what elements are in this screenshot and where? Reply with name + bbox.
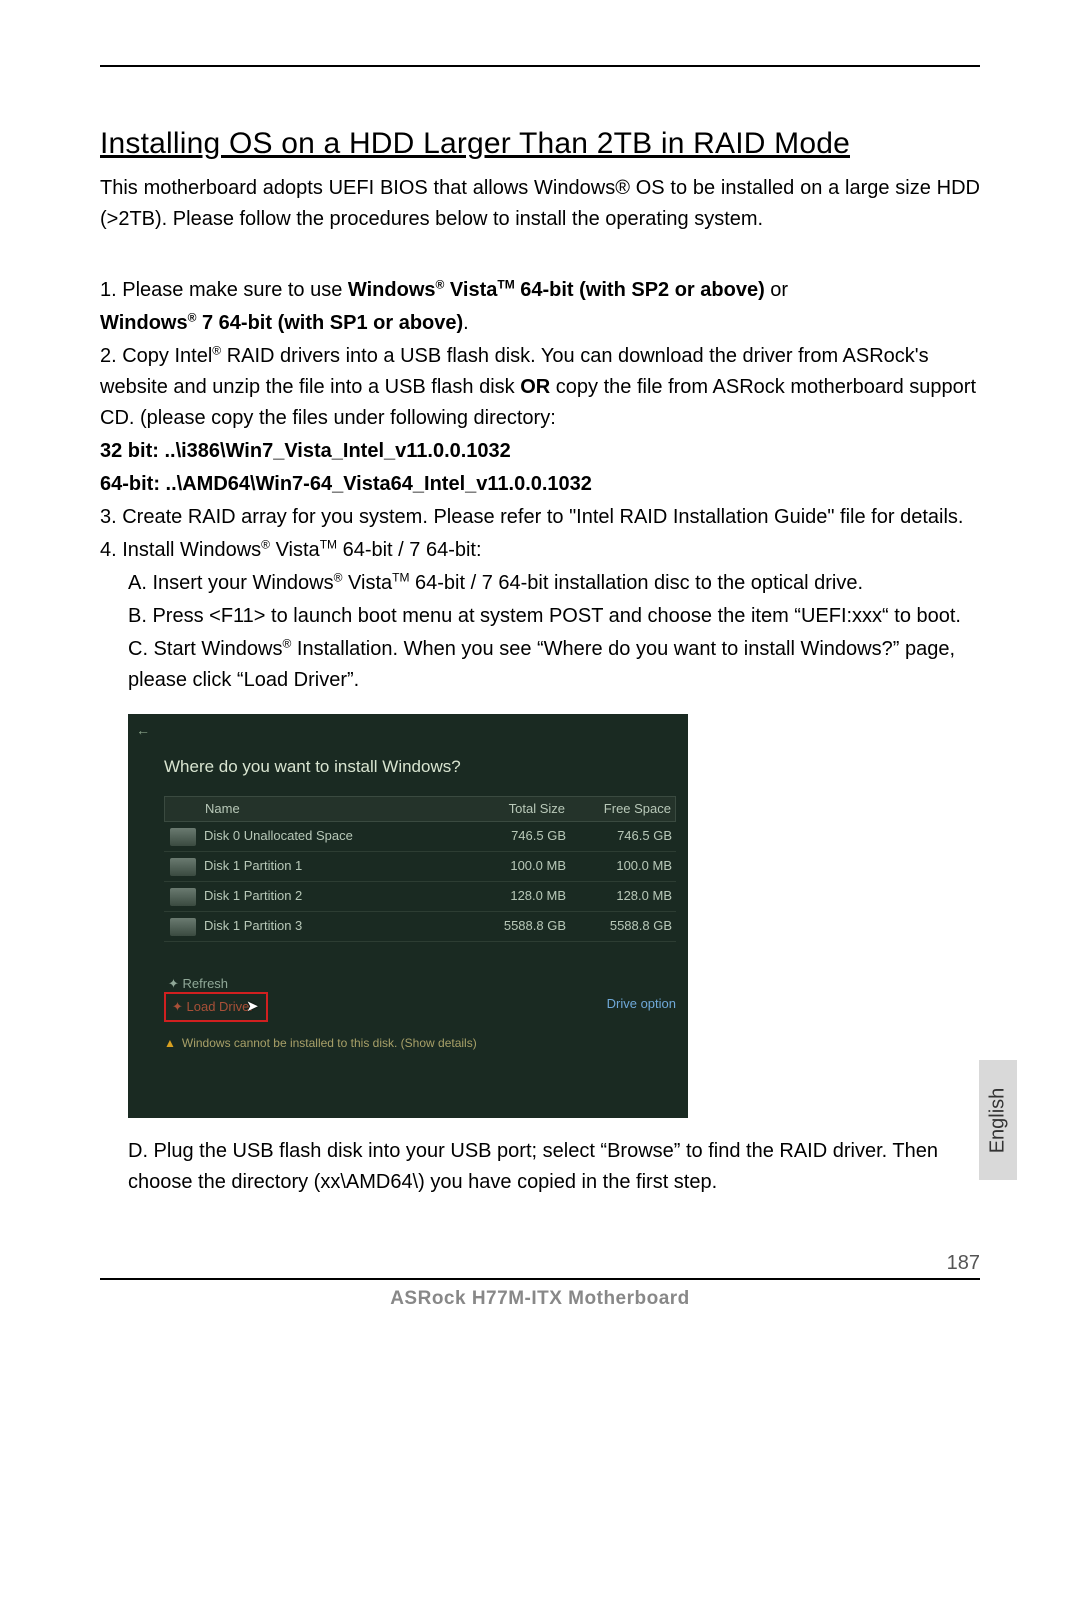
page-title: Installing OS on a HDD Larger Than 2TB i… xyxy=(100,127,980,161)
page-number: 187 xyxy=(947,1252,980,1275)
step-4c: C. Start Windows® Installation. When you… xyxy=(100,634,980,696)
step-1-cont: Windows® 7 64-bit (with SP1 or above). xyxy=(100,308,980,339)
intro-paragraph: This motherboard adopts UEFI BIOS that a… xyxy=(100,173,980,235)
table-row: Disk 1 Partition 2 128.0 MB 128.0 MB xyxy=(164,882,676,912)
disk-icon xyxy=(170,918,196,936)
text: 4. Install Windows® VistaTM 64-bit / 7 6… xyxy=(100,539,482,561)
text: C. Start Windows® Installation. When you… xyxy=(128,638,955,691)
text: or xyxy=(765,279,788,301)
col-name: Name xyxy=(205,799,475,819)
step-2-path32: 32 bit: ..\i386\Win7_Vista_Intel_v11.0.0… xyxy=(100,436,980,467)
text-bold: Windows® VistaTM 64-bit (with SP2 or abo… xyxy=(348,279,765,301)
installer-heading: Where do you want to install Windows? xyxy=(164,754,461,780)
cursor-icon: ➤ xyxy=(246,995,259,1018)
step-1: 1. Please make sure to use Windows® Vist… xyxy=(100,275,980,306)
step-2-path64: 64-bit: ..\AMD64\Win7-64_Vista64_Intel_v… xyxy=(100,469,980,500)
table-header-row: Name Total Size Free Space xyxy=(164,796,676,822)
footer-model: ASRock H77M-ITX Motherboard xyxy=(100,1288,980,1310)
cell-ts: 746.5 GB xyxy=(476,826,576,846)
load-icon: ✦ xyxy=(172,999,187,1014)
cell-fs: 100.0 MB xyxy=(576,856,676,876)
cell-ts: 100.0 MB xyxy=(476,856,576,876)
page-footer: 187 ASRock H77M-ITX Motherboard xyxy=(100,1278,980,1310)
disk-icon xyxy=(170,858,196,876)
steps-list: 1. Please make sure to use Windows® Vist… xyxy=(100,275,980,1198)
cell-name: Disk 1 Partition 1 xyxy=(204,856,476,876)
cell-name: Disk 0 Unallocated Space xyxy=(204,826,476,846)
language-tab: English xyxy=(979,1060,1017,1180)
step-4b: B. Press <F11> to launch boot menu at sy… xyxy=(100,601,980,632)
table-row: Disk 1 Partition 3 5588.8 GB 5588.8 GB xyxy=(164,912,676,942)
disk-icon xyxy=(170,828,196,846)
col-free-space: Free Space xyxy=(575,799,675,819)
step-4: 4. Install Windows® VistaTM 64-bit / 7 6… xyxy=(100,535,980,566)
warning-text: ▲Windows cannot be installed to this dis… xyxy=(164,1034,477,1053)
language-label: English xyxy=(987,1087,1010,1153)
text: A. Insert your Windows® VistaTM 64-bit /… xyxy=(128,572,863,594)
cell-fs: 5588.8 GB xyxy=(576,916,676,936)
cell-fs: 746.5 GB xyxy=(576,826,676,846)
text-bold: Windows® 7 64-bit (with SP1 or above) xyxy=(100,312,463,334)
footer-rule xyxy=(100,1278,980,1280)
disk-table: Name Total Size Free Space Disk 0 Unallo… xyxy=(164,796,676,942)
warning-icon: ▲ xyxy=(164,1036,176,1050)
refresh-icon: ✦ xyxy=(168,976,183,991)
text: 1. Please make sure to use xyxy=(100,279,348,301)
cell-fs: 128.0 MB xyxy=(576,886,676,906)
step-4d: D. Plug the USB flash disk into your USB… xyxy=(100,1136,980,1198)
top-rule xyxy=(100,65,980,67)
table-row: Disk 0 Unallocated Space 746.5 GB 746.5 … xyxy=(164,822,676,852)
back-arrow-icon: ← xyxy=(136,720,150,742)
cell-name: Disk 1 Partition 2 xyxy=(204,886,476,906)
text: . xyxy=(463,312,469,334)
step-2: 2. Copy Intel® RAID drivers into a USB f… xyxy=(100,341,980,434)
step-4a: A. Insert your Windows® VistaTM 64-bit /… xyxy=(100,568,980,599)
table-row: Disk 1 Partition 1 100.0 MB 100.0 MB xyxy=(164,852,676,882)
cell-ts: 5588.8 GB xyxy=(476,916,576,936)
drive-options-link: Drive option xyxy=(607,994,676,1014)
installer-screenshot: ← Where do you want to install Windows? … xyxy=(128,714,688,1118)
col-total-size: Total Size xyxy=(475,799,575,819)
disk-icon xyxy=(170,888,196,906)
step-3: 3. Create RAID array for you system. Ple… xyxy=(100,502,980,533)
cell-ts: 128.0 MB xyxy=(476,886,576,906)
cell-name: Disk 1 Partition 3 xyxy=(204,916,476,936)
text-bold: OR xyxy=(520,376,550,398)
